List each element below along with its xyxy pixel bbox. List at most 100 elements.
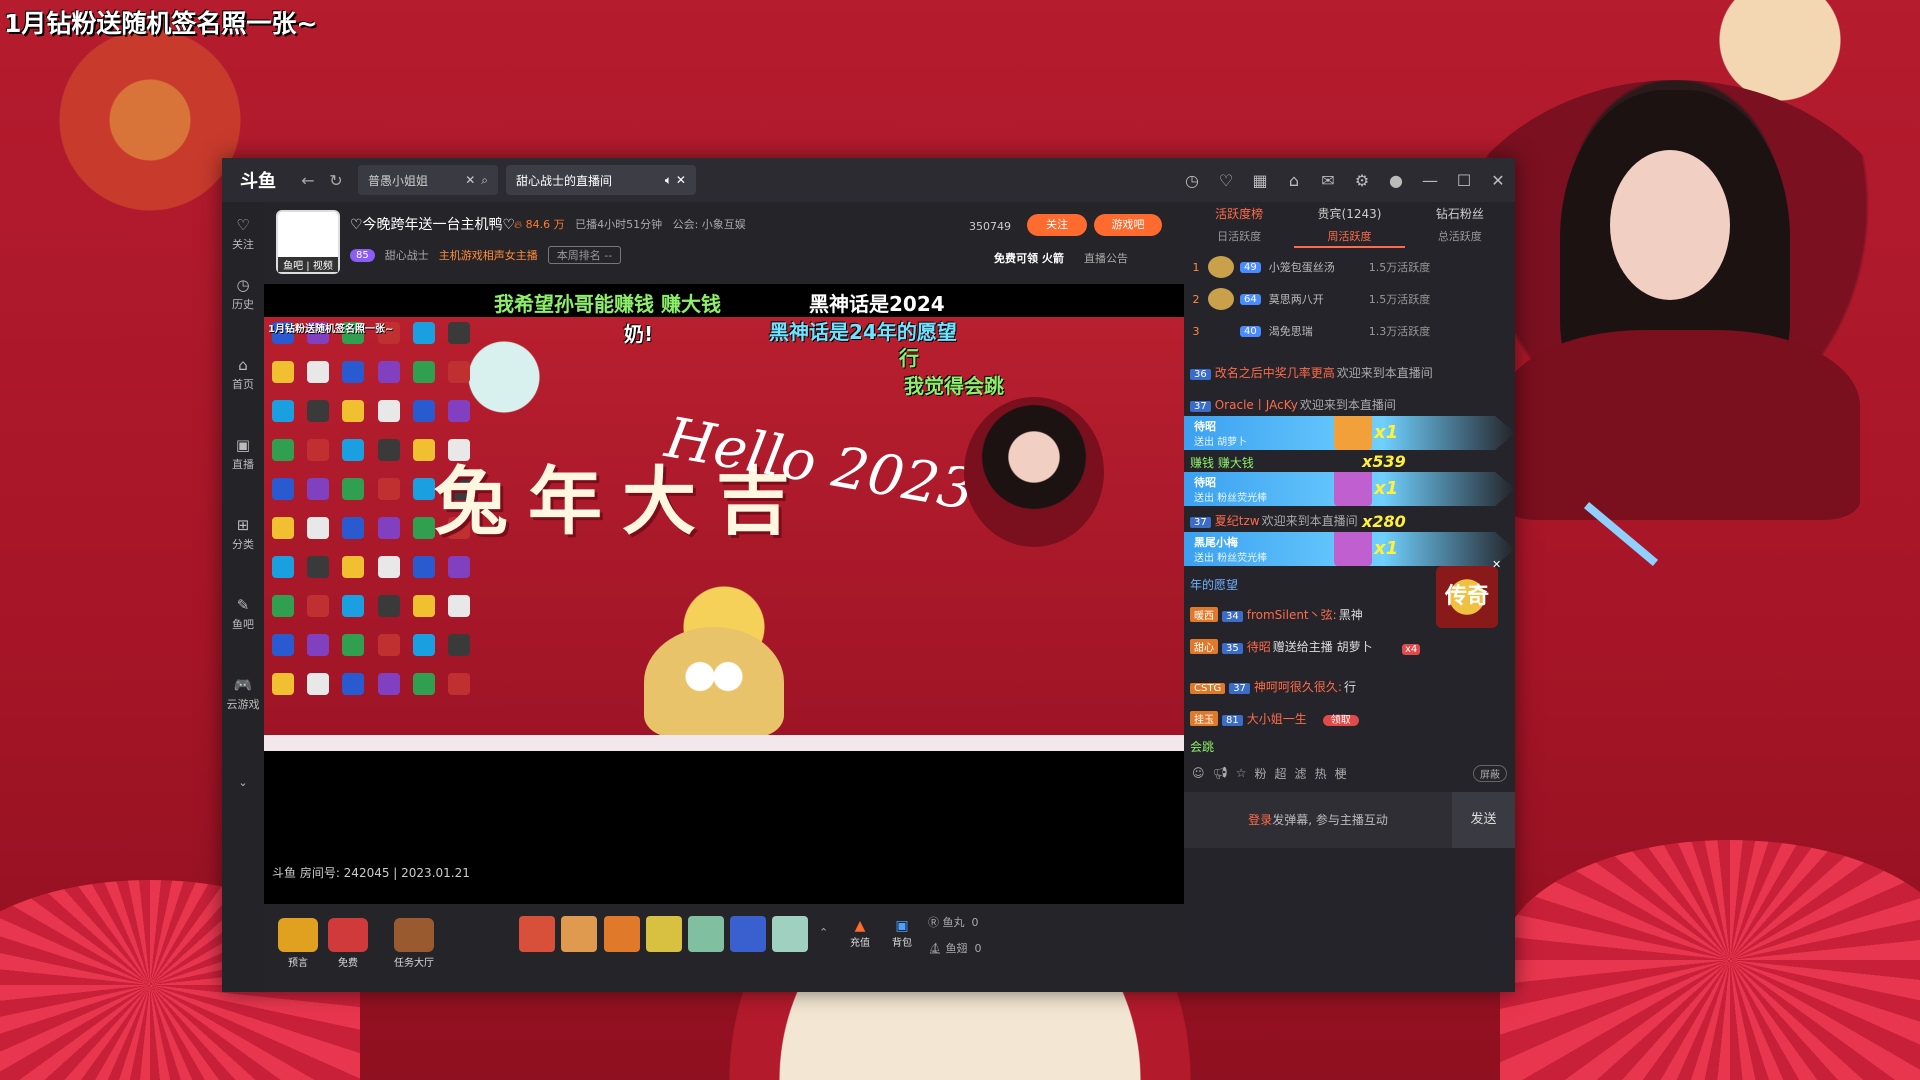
- fish-ball-count: 0: [971, 916, 979, 929]
- game-tag[interactable]: 主机游戏相声女主播: [439, 247, 538, 263]
- window-close-icon[interactable]: ✕: [1481, 171, 1515, 190]
- chat-user[interactable]: Oracle丨JAcKy: [1215, 398, 1298, 412]
- gift-item[interactable]: [646, 916, 682, 952]
- nav-live[interactable]: ▣ 直播: [222, 436, 264, 472]
- back-icon[interactable]: ←: [294, 171, 322, 190]
- desktop-icon: [372, 670, 405, 707]
- carrot-gift[interactable]: [604, 916, 640, 952]
- streamer-avatar[interactable]: 鱼吧 | 视频: [276, 210, 340, 274]
- danmaku-input[interactable]: 登录发弹幕, 参与主播互动: [1184, 792, 1452, 848]
- claim-button[interactable]: 领取: [1322, 715, 1359, 726]
- nav-category[interactable]: ⊞ 分类: [222, 516, 264, 552]
- follow-icon: ♡: [236, 216, 250, 234]
- nav-more-chevron-icon[interactable]: ⌄: [222, 776, 264, 789]
- filter-icon[interactable]: 滤: [1295, 765, 1307, 782]
- nav-follow[interactable]: ♡ 关注: [222, 216, 264, 252]
- carrot-icon: [1334, 416, 1372, 450]
- nav-fishbar[interactable]: ✎ 鱼吧: [222, 596, 264, 632]
- calendar-icon[interactable]: ▦: [1243, 171, 1277, 190]
- hot-icon[interactable]: 热: [1315, 765, 1327, 782]
- app-icon: [412, 322, 435, 344]
- desktop-icon: [337, 631, 370, 668]
- block-toggle[interactable]: 屏蔽: [1473, 764, 1507, 782]
- task-hall-button[interactable]: 任务大厅: [384, 918, 444, 969]
- megaphone-icon[interactable]: 📢︎: [1213, 766, 1228, 780]
- gift-count: x1: [1374, 422, 1399, 443]
- tab-vip[interactable]: 贵宾(1243): [1294, 202, 1404, 226]
- tab-activity-rank[interactable]: 活跃度榜: [1184, 202, 1294, 226]
- ad-close-icon[interactable]: ✕: [1492, 558, 1501, 571]
- star-icon[interactable]: ☆: [1236, 766, 1247, 780]
- chat-user[interactable]: 待昭: [1247, 640, 1271, 654]
- nav-cloud-game[interactable]: 🎮 云游戏: [222, 676, 264, 712]
- gift-desc: 送出 粉丝荧光棒: [1194, 553, 1268, 564]
- video-player[interactable]: 兔年大吉 Hello 2023 1月钻粉送随机签名照一张~ 我希望孙哥能赚钱 赚…: [264, 284, 1184, 904]
- left-nav: ♡ 关注 ◷ 历史 ⌂ 首页 ▣ 直播 ⊞ 分类 ✎ 鱼吧 🎮 云游戏 ⌄: [222, 202, 264, 992]
- stalk-icon[interactable]: 梗: [1335, 765, 1347, 782]
- rank-row[interactable]: 2 64 莫思两八开 1.5万活跃度: [1184, 284, 1515, 314]
- super-icon[interactable]: 超: [1275, 765, 1287, 782]
- follow-button[interactable]: 关注: [1027, 214, 1087, 236]
- chat-user[interactable]: 夏纪tzw: [1215, 514, 1260, 528]
- gift-item[interactable]: [561, 916, 597, 952]
- user-avatar[interactable]: ●: [1379, 171, 1413, 190]
- ad-banner[interactable]: 传奇: [1436, 566, 1498, 628]
- free-gift-button[interactable]: 免费: [328, 918, 368, 969]
- backpack-button[interactable]: ▣ 背包: [882, 918, 922, 949]
- free-rocket-link[interactable]: 免费可领 火箭: [994, 250, 1064, 266]
- refresh-icon[interactable]: ↻: [322, 171, 350, 190]
- settings-icon[interactable]: ⚙: [1345, 171, 1379, 190]
- maximize-icon[interactable]: ☐: [1447, 171, 1481, 190]
- gift-item[interactable]: [772, 916, 808, 952]
- subtab-daily[interactable]: 日活跃度: [1184, 226, 1294, 248]
- recharge-icon: ▲: [854, 918, 866, 934]
- recharge-button[interactable]: ▲ 充值: [840, 918, 880, 949]
- gift-item[interactable]: [688, 916, 724, 952]
- gift-item[interactable]: [519, 916, 555, 952]
- subtab-weekly[interactable]: 周活跃度: [1294, 226, 1405, 248]
- message-icon[interactable]: ✉: [1311, 171, 1345, 190]
- desktop-icon: [337, 514, 370, 551]
- login-link[interactable]: 登录: [1248, 813, 1272, 827]
- announcement-link[interactable]: 直播公告: [1084, 250, 1128, 266]
- fan-icon[interactable]: 粉: [1255, 765, 1267, 782]
- prediction-button[interactable]: 预言: [278, 918, 318, 969]
- shirt-icon[interactable]: ⌂: [1277, 171, 1311, 190]
- emoji-icon[interactable]: ☺: [1192, 766, 1205, 780]
- desktop-icon: [407, 553, 440, 590]
- game-bar-button[interactable]: 游戏吧: [1094, 214, 1162, 236]
- tab-diamond-fans[interactable]: 钻石粉丝: [1405, 202, 1515, 226]
- tab-live-room[interactable]: 甜心战士的直播间 🔈︎ ✕: [506, 165, 696, 195]
- rank-row[interactable]: 1 49 小笼包蛋丝汤 1.5万活跃度: [1184, 252, 1515, 282]
- avatar-tag[interactable]: 鱼吧 | 视频: [278, 257, 338, 272]
- chat-user[interactable]: 神呵呵很久很久:: [1254, 680, 1342, 694]
- search-icon[interactable]: ⌕: [481, 173, 488, 188]
- chat-message: 挂玉 81 大小姐一生 领取: [1184, 710, 1515, 727]
- rocket-gift[interactable]: [730, 916, 766, 952]
- send-button[interactable]: 发送: [1452, 792, 1515, 848]
- minimize-icon[interactable]: —: [1413, 171, 1447, 190]
- guild-label[interactable]: 公会: 小象互娱: [673, 218, 746, 231]
- search-tab[interactable]: 普愚小姐姐 ✕ ⌕: [358, 165, 498, 195]
- chat-user[interactable]: 改名之后中奖几率更高: [1215, 366, 1335, 380]
- history-icon[interactable]: ◷: [1175, 171, 1209, 190]
- room-meta: 🔥︎ 84.6 万 已播4小时51分钟 公会: 小象互娱: [514, 216, 746, 232]
- nav-home[interactable]: ⌂ 首页: [222, 356, 264, 392]
- mute-icon[interactable]: 🔈︎ ✕: [665, 173, 686, 188]
- douyu-logo[interactable]: 斗鱼: [222, 158, 294, 202]
- desktop-icon: [301, 670, 334, 707]
- heart-icon[interactable]: ♡: [1209, 171, 1243, 190]
- rank-row[interactable]: 3 40 渴免思瑞 1.3万活跃度: [1184, 316, 1515, 346]
- fish-ball-stat: Ⓡ 鱼丸 0: [928, 916, 979, 929]
- nav-cloud-game-label: 云游戏: [226, 698, 260, 711]
- weekly-rank[interactable]: 本周排名 --: [547, 246, 622, 264]
- chat-user[interactable]: 大小姐一生: [1247, 712, 1307, 726]
- close-icon[interactable]: ✕: [465, 173, 475, 187]
- nav-history[interactable]: ◷ 历史: [222, 276, 264, 312]
- subtab-total[interactable]: 总活跃度: [1405, 226, 1515, 248]
- chat-text: 行: [1343, 680, 1356, 694]
- rank-number: 2: [1192, 292, 1200, 306]
- chat-user[interactable]: fromSilent丶弦:: [1247, 608, 1337, 622]
- streamer-name[interactable]: 甜心战士: [385, 247, 429, 263]
- more-gifts-chevron-icon[interactable]: ⌃: [819, 926, 828, 939]
